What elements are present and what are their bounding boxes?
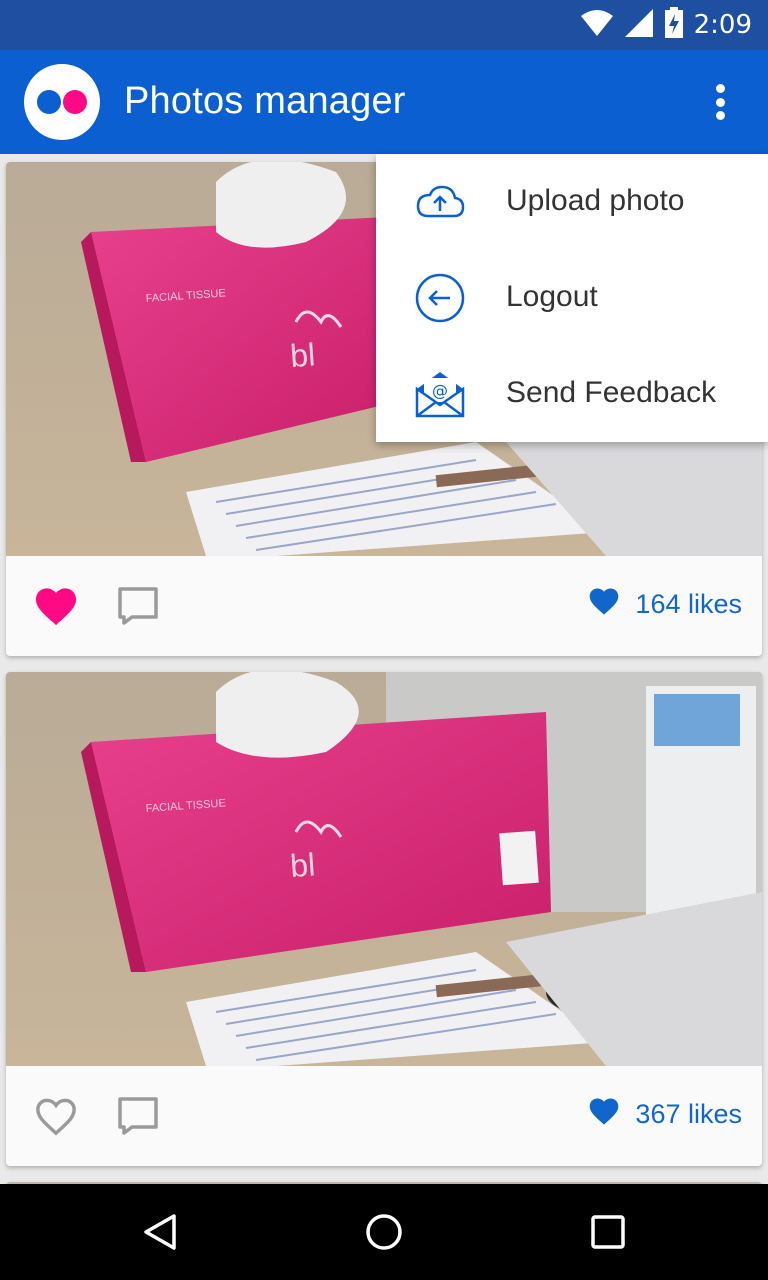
post-photo[interactable]: FACIAL TISSUE bl xyxy=(6,672,762,1066)
more-vert-icon[interactable] xyxy=(700,80,740,124)
post-actions: 164 likes xyxy=(6,556,762,656)
heart-outline-icon[interactable] xyxy=(30,1090,82,1142)
menu-item-send-feedback[interactable]: @ Send Feedback xyxy=(376,346,768,442)
back-icon[interactable] xyxy=(132,1204,188,1260)
status-icons: 2:09 xyxy=(580,6,752,44)
battery-charging-icon xyxy=(664,6,684,44)
post-card: FACIAL TISSUE bl xyxy=(6,672,762,1166)
post-actions: 367 likes xyxy=(6,1066,762,1166)
arrow-back-circle-icon xyxy=(412,270,468,326)
heart-small-icon xyxy=(587,1096,621,1133)
recents-icon[interactable] xyxy=(580,1204,636,1260)
svg-text:bl: bl xyxy=(289,846,316,884)
menu-item-upload-photo[interactable]: Upload photo xyxy=(376,154,768,250)
navigation-bar xyxy=(0,1184,768,1280)
likes-count: 164 likes xyxy=(587,586,742,623)
svg-text:bl: bl xyxy=(289,336,316,374)
heart-filled-icon[interactable] xyxy=(30,580,82,632)
comment-icon[interactable] xyxy=(112,1090,164,1142)
status-time: 2:09 xyxy=(693,10,752,40)
comment-icon[interactable] xyxy=(112,580,164,632)
menu-item-label: Upload photo xyxy=(506,184,685,217)
logo-blue-dot xyxy=(37,90,61,114)
email-icon: @ xyxy=(412,366,468,422)
heart-small-icon xyxy=(587,586,621,623)
flickr-logo[interactable] xyxy=(24,64,100,140)
menu-item-label: Logout xyxy=(506,280,598,313)
cloud-upload-icon xyxy=(412,174,468,230)
logo-pink-dot xyxy=(63,90,87,114)
status-bar: 2:09 xyxy=(0,0,768,50)
home-icon[interactable] xyxy=(356,1204,412,1260)
cell-signal-icon xyxy=(624,8,654,43)
svg-text:@: @ xyxy=(432,381,448,400)
app-bar: Photos manager xyxy=(0,50,768,154)
menu-item-logout[interactable]: Logout xyxy=(376,250,768,346)
likes-label: 367 likes xyxy=(635,1099,742,1129)
menu-item-label: Send Feedback xyxy=(506,376,717,409)
wifi-icon xyxy=(580,9,614,42)
likes-count: 367 likes xyxy=(587,1096,742,1133)
likes-label: 164 likes xyxy=(635,589,742,619)
app-title: Photos manager xyxy=(124,80,406,122)
overflow-menu: Upload photo Logout @ Send Feedback xyxy=(376,154,768,442)
